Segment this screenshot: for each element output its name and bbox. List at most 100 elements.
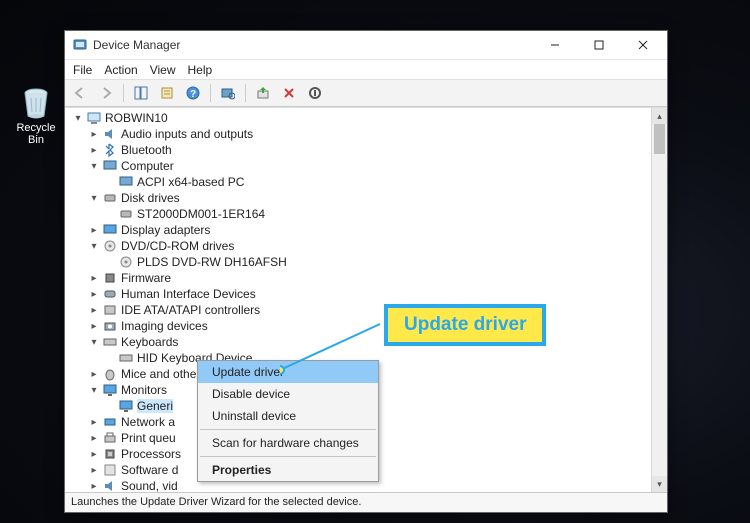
chevron-right-icon[interactable]: ▸: [89, 321, 99, 331]
context-menu-separator: [200, 456, 376, 457]
tree-audio[interactable]: ▸Audio inputs and outputs: [89, 126, 667, 142]
arrow-left-icon: [73, 86, 87, 100]
menu-view[interactable]: View: [150, 63, 176, 77]
computer-icon: [87, 111, 101, 125]
back-button[interactable]: [69, 82, 91, 104]
chevron-right-icon[interactable]: ▸: [89, 305, 99, 315]
tree-bluetooth[interactable]: ▸Bluetooth: [89, 142, 667, 158]
chevron-down-icon[interactable]: ▾: [89, 161, 99, 171]
tree-display[interactable]: ▸Display adapters: [89, 222, 667, 238]
menubar: File Action View Help: [65, 59, 667, 79]
chevron-down-icon[interactable]: ▾: [73, 113, 83, 123]
tree-hid[interactable]: ▸Human Interface Devices: [89, 286, 667, 302]
recycle-bin-label: Recycle Bin: [8, 122, 64, 146]
chevron-right-icon[interactable]: ▸: [89, 273, 99, 283]
chevron-down-icon[interactable]: ▾: [89, 385, 99, 395]
software-icon: [103, 463, 117, 477]
properties-icon: [160, 86, 174, 100]
chevron-right-icon[interactable]: ▸: [89, 369, 99, 379]
sound-icon: [103, 479, 117, 492]
help-icon: ?: [186, 86, 200, 100]
show-hide-tree-button[interactable]: [130, 82, 152, 104]
forward-button[interactable]: [95, 82, 117, 104]
callout-line: [280, 320, 400, 380]
chip-icon: [103, 271, 117, 285]
arrow-right-icon: [99, 86, 113, 100]
monitor-icon: [119, 399, 133, 413]
context-menu-uninstall-device[interactable]: Uninstall device: [198, 405, 378, 427]
tree-firmware[interactable]: ▸Firmware: [89, 270, 667, 286]
disc-icon: [103, 239, 117, 253]
chevron-right-icon[interactable]: ▸: [89, 289, 99, 299]
computer-icon: [119, 175, 133, 189]
disable-icon: [308, 86, 322, 100]
tree-disk-child[interactable]: ST2000DM001-1ER164: [105, 206, 667, 222]
context-menu-separator: [200, 429, 376, 430]
uninstall-icon: [282, 86, 296, 100]
printer-icon: [103, 431, 117, 445]
chevron-down-icon[interactable]: ▾: [89, 241, 99, 251]
recycle-bin-desktop-icon[interactable]: Recycle Bin: [8, 86, 64, 146]
recycle-bin-icon: [19, 86, 53, 120]
scrollbar-thumb[interactable]: [654, 124, 665, 154]
maximize-button[interactable]: [577, 31, 621, 59]
tree-ide[interactable]: ▸IDE ATA/ATAPI controllers: [89, 302, 667, 318]
disc-icon: [119, 255, 133, 269]
uninstall-device-button[interactable]: [278, 82, 300, 104]
keyboard-icon: [103, 335, 117, 349]
menu-help[interactable]: Help: [188, 63, 213, 77]
chevron-down-icon[interactable]: ▾: [89, 337, 99, 347]
display-icon: [103, 223, 117, 237]
close-button[interactable]: [621, 31, 665, 59]
disk-icon: [119, 207, 133, 221]
update-icon: [256, 86, 270, 100]
app-icon: [73, 38, 87, 52]
tree-dvd-child[interactable]: PLDS DVD-RW DH16AFSH: [105, 254, 667, 270]
network-icon: [103, 415, 117, 429]
scroll-up-icon[interactable]: ▴: [652, 108, 667, 124]
chevron-right-icon[interactable]: ▸: [89, 417, 99, 427]
tree-dvd[interactable]: ▾DVD/CD-ROM drives: [89, 238, 667, 254]
context-menu-disable-device[interactable]: Disable device: [198, 383, 378, 405]
window-title: Device Manager: [93, 38, 180, 52]
controller-icon: [103, 303, 117, 317]
callout-text: Update driver: [404, 314, 526, 335]
chevron-right-icon[interactable]: ▸: [89, 465, 99, 475]
tree-root[interactable]: ▾ ROBWIN10: [73, 110, 667, 126]
tree-computer[interactable]: ▾Computer: [89, 158, 667, 174]
update-driver-button[interactable]: [252, 82, 274, 104]
chevron-right-icon[interactable]: ▸: [89, 129, 99, 139]
bluetooth-icon: [103, 143, 117, 157]
tree-computer-child[interactable]: ACPI x64-based PC: [105, 174, 667, 190]
disable-device-button[interactable]: [304, 82, 326, 104]
chevron-down-icon[interactable]: ▾: [89, 193, 99, 203]
context-menu-scan-hardware[interactable]: Scan for hardware changes: [198, 432, 378, 454]
disk-icon: [103, 191, 117, 205]
mouse-icon: [103, 367, 117, 381]
titlebar[interactable]: Device Manager: [65, 31, 667, 59]
chevron-right-icon[interactable]: ▸: [89, 433, 99, 443]
tree-monitors-child[interactable]: Generi: [105, 398, 667, 414]
cpu-icon: [103, 447, 117, 461]
tree-disk[interactable]: ▾Disk drives: [89, 190, 667, 206]
hid-icon: [103, 287, 117, 301]
help-button[interactable]: ?: [182, 82, 204, 104]
vertical-scrollbar[interactable]: ▴ ▾: [651, 108, 667, 492]
audio-icon: [103, 127, 117, 141]
computer-icon: [103, 159, 117, 173]
menu-action[interactable]: Action: [104, 63, 137, 77]
context-menu-properties[interactable]: Properties: [198, 459, 378, 481]
svg-text:?: ?: [190, 89, 196, 100]
chevron-right-icon[interactable]: ▸: [89, 225, 99, 235]
camera-icon: [103, 319, 117, 333]
chevron-right-icon[interactable]: ▸: [89, 145, 99, 155]
scroll-down-icon[interactable]: ▾: [652, 476, 667, 492]
chevron-right-icon[interactable]: ▸: [89, 481, 99, 491]
minimize-button[interactable]: [533, 31, 577, 59]
toolbar: ?: [65, 79, 667, 107]
callout-badge: Update driver: [384, 304, 546, 346]
chevron-right-icon[interactable]: ▸: [89, 449, 99, 459]
menu-file[interactable]: File: [73, 63, 92, 77]
properties-button[interactable]: [156, 82, 178, 104]
scan-hardware-button[interactable]: [217, 82, 239, 104]
